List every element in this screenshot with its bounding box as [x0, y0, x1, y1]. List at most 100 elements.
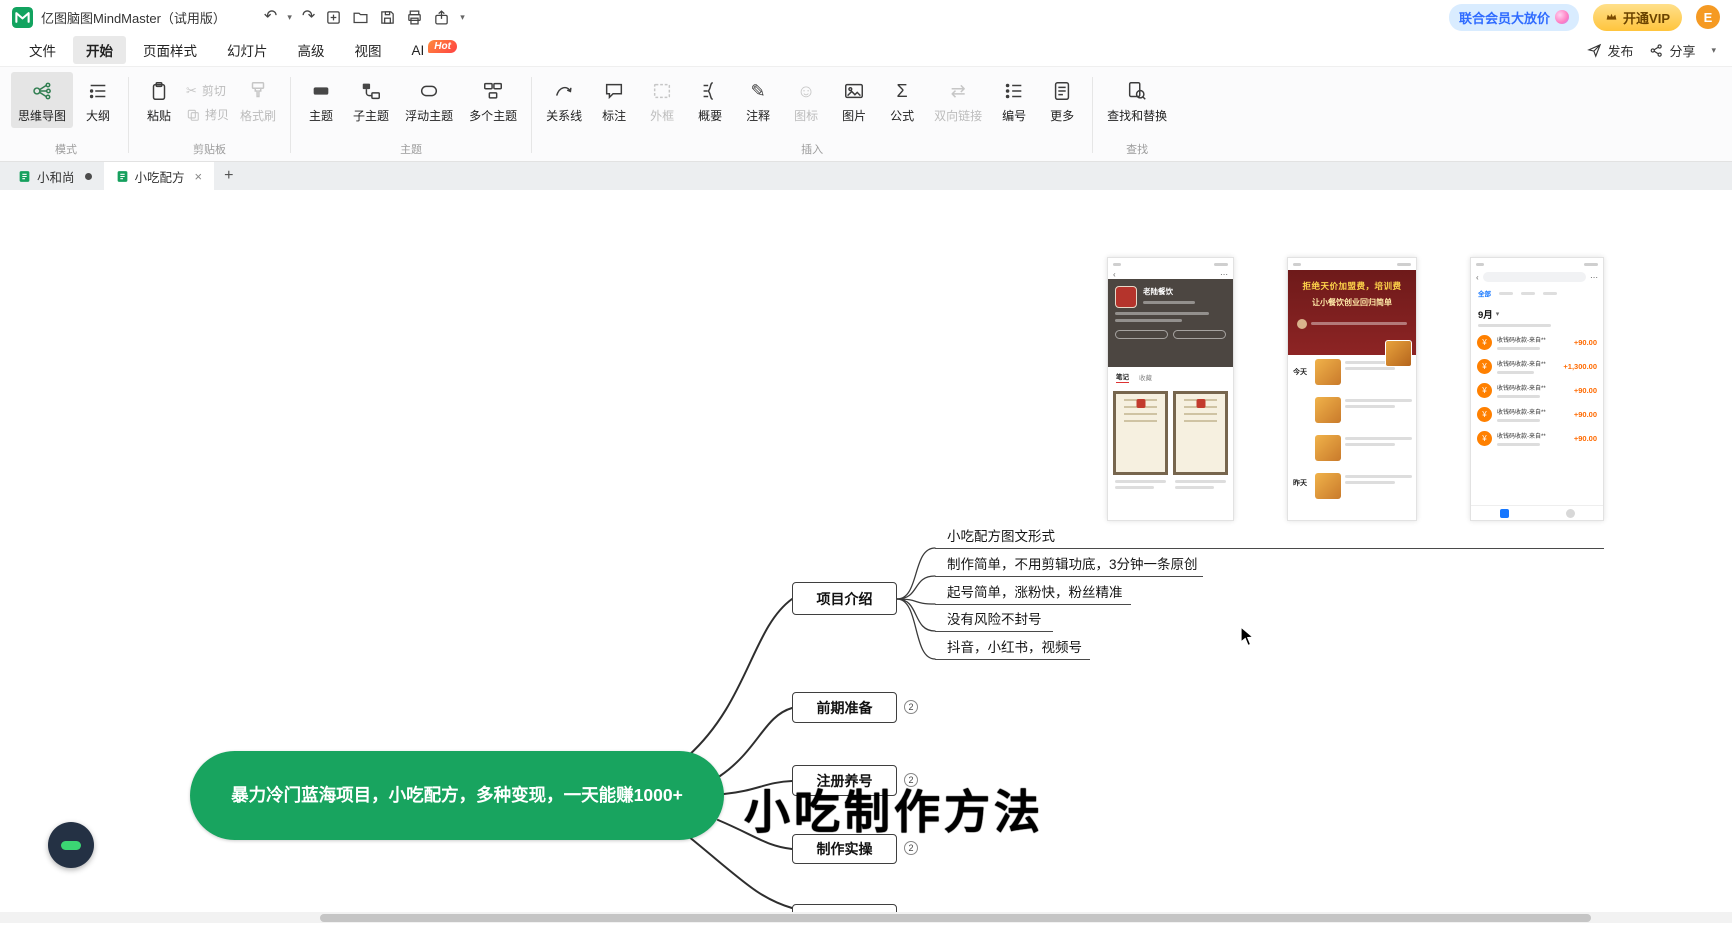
cut-button: ✂ 剪切 — [186, 82, 229, 99]
horizontal-scrollbar-thumb[interactable] — [320, 914, 1591, 922]
root-topic-node[interactable]: 暴力冷门蓝海项目，小吃配方，多种变现，一天能赚1000+ — [190, 751, 724, 840]
mindmap-mode-button[interactable]: 思维导图 — [11, 72, 73, 128]
ai-assistant-button[interactable] — [48, 822, 94, 868]
phone-statusbar — [1288, 258, 1416, 270]
bidirectional-link-icon: ⇄ — [951, 79, 966, 103]
close-tab-icon[interactable]: × — [195, 169, 203, 184]
export-icon[interactable] — [433, 9, 450, 26]
ribbon-separator — [531, 77, 532, 153]
cut-icon: ✂ — [186, 84, 197, 98]
menubar-more-icon[interactable]: ▾ — [1711, 45, 1716, 56]
icon-marker-icon: ☺ — [797, 79, 815, 103]
phone-navbar: ‹⋯ — [1108, 270, 1233, 279]
more-insert-icon — [1051, 79, 1073, 103]
paste-button[interactable]: 粘贴 — [136, 72, 182, 128]
outline-icon — [87, 79, 109, 103]
note-button[interactable]: ✎ 注释 — [735, 72, 781, 128]
open-file-icon[interactable] — [352, 9, 369, 26]
menu-page-style[interactable]: 页面样式 — [130, 36, 210, 64]
collapse-badge[interactable]: 2 — [904, 841, 918, 855]
crown-icon — [1605, 11, 1618, 24]
attached-image-promo-feed[interactable]: 拒绝天价加盟费，培训费 让小餐饮创业回归简单 今天 昨天 — [1287, 257, 1417, 521]
note-icon: ✎ — [751, 79, 766, 103]
copy-button: 拷贝 — [186, 106, 229, 123]
menu-file[interactable]: 文件 — [16, 36, 69, 64]
format-painter-button: 格式刷 — [233, 72, 283, 128]
picture-button[interactable]: 图片 — [831, 72, 877, 128]
frame-icon — [651, 79, 673, 103]
certificate-image — [1113, 391, 1168, 475]
redo-icon[interactable]: ↷ — [302, 9, 315, 25]
save-icon[interactable] — [379, 9, 396, 26]
format-painter-icon — [247, 79, 269, 103]
menu-slides[interactable]: 幻灯片 — [214, 36, 281, 64]
more-insert-button[interactable]: 更多 — [1039, 72, 1085, 128]
group-label-find: 查找 — [1095, 141, 1179, 161]
profile-tabs: 笔记 收藏 — [1108, 367, 1233, 387]
formula-button[interactable]: Σ 公式 — [879, 72, 925, 128]
outline-mode-button[interactable]: 大纲 — [75, 72, 121, 128]
unsaved-dot-icon — [85, 173, 92, 180]
undo-icon[interactable]: ↶ — [264, 9, 277, 25]
member-promo-banner[interactable]: 联合会员大放价 — [1449, 4, 1579, 31]
tab-label: 小和尚 — [37, 167, 75, 186]
bill-amount: +90.00 — [1574, 386, 1597, 395]
multiple-topics-icon — [482, 79, 504, 103]
attached-image-bill-list[interactable]: ‹ ⋯ 全部 9月▾ ¥ 收钱码收款-来自** +90.00 ¥ 收钱码收款-来… — [1470, 257, 1604, 521]
undo-dropdown-icon[interactable]: ▾ — [287, 12, 292, 23]
subtopic-button[interactable]: 子主题 — [346, 72, 396, 128]
bill-amount: +90.00 — [1574, 434, 1597, 443]
detail-node-2[interactable]: 制作简单，不用剪辑功底，3分钟一条原创 — [935, 557, 1203, 577]
find-replace-button[interactable]: 查找和替换 — [1100, 72, 1174, 128]
user-avatar[interactable]: E — [1696, 5, 1720, 29]
menu-ai[interactable]: AIHot — [399, 39, 470, 62]
bill-row: ¥ 收钱码收款-来自** +90.00 — [1471, 426, 1603, 450]
menu-view[interactable]: 视图 — [342, 36, 395, 64]
collapse-badge[interactable]: 2 — [904, 700, 918, 714]
coin-icon: ¥ — [1477, 335, 1492, 350]
mindmap-canvas[interactable]: 暴力冷门蓝海项目，小吃配方，多种变现，一天能赚1000+ 小吃制作方法 项目介绍… — [0, 190, 1732, 932]
toolbar-more-icon[interactable]: ▾ — [460, 12, 465, 23]
floating-topic-icon — [418, 79, 440, 103]
date-label-yesterday: 昨天 — [1293, 478, 1307, 488]
topic-button[interactable]: 主题 — [298, 72, 344, 128]
share-icon — [1649, 43, 1664, 58]
coin-icon: ¥ — [1477, 407, 1492, 422]
document-tab-1[interactable]: 小和尚 — [6, 162, 104, 190]
publish-button[interactable]: 发布 — [1587, 41, 1633, 60]
branch-node-project-intro[interactable]: 项目介绍 — [792, 582, 897, 615]
coin-icon: ¥ — [1477, 359, 1492, 374]
floating-title-text[interactable]: 小吃制作方法 — [744, 776, 1044, 842]
document-tabbar: 小和尚 小吃配方 × + — [0, 162, 1732, 190]
attached-image-profile-page[interactable]: ‹⋯ 老陆餐饮 笔记 收藏 — [1107, 257, 1234, 521]
branch-node-preparation[interactable]: 前期准备 — [792, 692, 897, 723]
detail-node-4[interactable]: 没有风险不封号 — [935, 612, 1053, 632]
ribbon-separator — [290, 77, 291, 153]
bill-row: ¥ 收钱码收款-来自** +90.00 — [1471, 378, 1603, 402]
multiple-topics-button[interactable]: 多个主题 — [462, 72, 524, 128]
document-tab-2[interactable]: 小吃配方 × — [104, 162, 215, 190]
paste-icon — [148, 79, 170, 103]
open-vip-button[interactable]: 开通VIP — [1593, 4, 1682, 31]
share-button[interactable]: 分享 — [1649, 41, 1695, 60]
horizontal-scrollbar-track[interactable] — [0, 912, 1732, 923]
floating-topic-button[interactable]: 浮动主题 — [398, 72, 460, 128]
print-icon[interactable] — [406, 9, 423, 26]
phone-statusbar — [1108, 258, 1233, 270]
app-title: 亿图脑图MindMaster（试用版） — [41, 8, 226, 27]
numbering-button[interactable]: 编号 — [991, 72, 1037, 128]
summary-button[interactable]: 概要 — [687, 72, 733, 128]
new-file-icon[interactable] — [325, 9, 342, 26]
new-tab-button[interactable]: + — [214, 162, 243, 190]
callout-button[interactable]: 标注 — [591, 72, 637, 128]
detail-node-3[interactable]: 起号简单，涨粉快，粉丝精准 — [935, 585, 1131, 605]
certificate-image — [1173, 391, 1228, 475]
menu-advanced[interactable]: 高级 — [285, 36, 338, 64]
detail-node-1[interactable]: 小吃配方图文形式 — [935, 529, 1604, 549]
relation-line-button[interactable]: 关系线 — [539, 72, 589, 128]
menu-home[interactable]: 开始 — [73, 36, 126, 64]
detail-node-5[interactable]: 抖音，小红书，视频号 — [935, 640, 1090, 660]
certificate-images — [1108, 387, 1233, 475]
group-label-mode: 模式 — [6, 141, 126, 161]
tab-label: 小吃配方 — [135, 167, 185, 186]
